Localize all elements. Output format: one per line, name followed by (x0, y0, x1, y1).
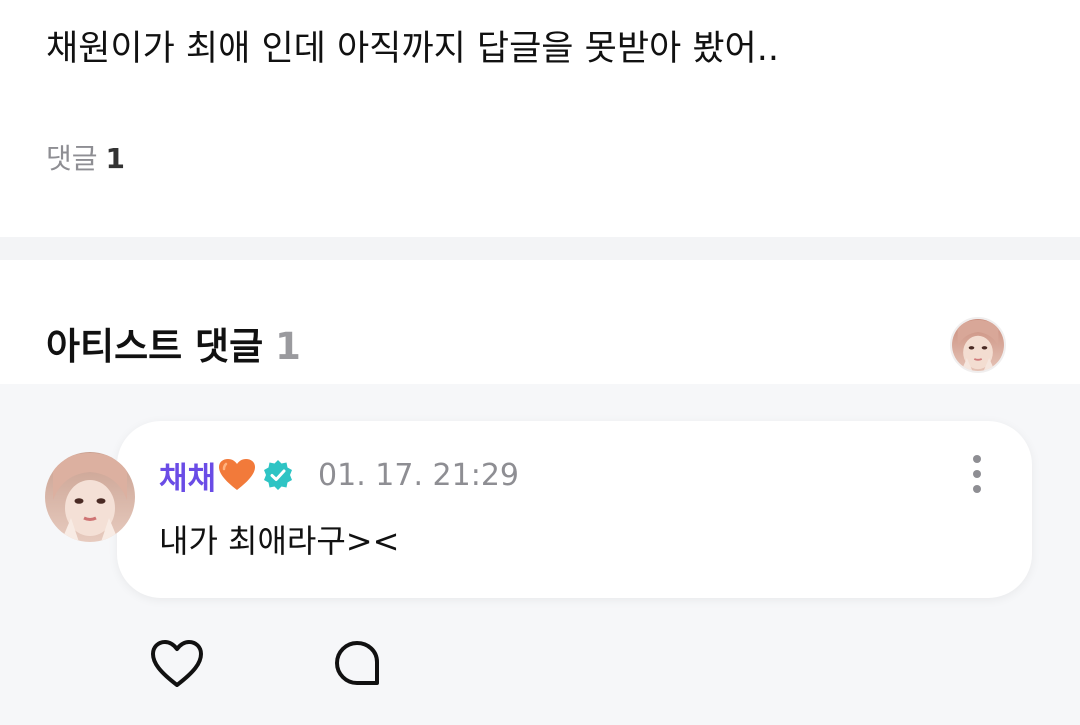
post-section: 채원이가 최애 인데 아직까지 답글을 못받아 봤어.. 댓글 1 (0, 0, 1080, 237)
comment-bubble: 채채 01. 17. 21:29 내가 최애라구>< (117, 421, 1032, 598)
artist-comments-count: 1 (275, 325, 301, 368)
comment-header: 채채 01. 17. 21:29 (159, 451, 519, 499)
artist-avatar-icon[interactable] (950, 317, 1006, 373)
comment-count-label: 댓글 (46, 142, 98, 175)
section-divider (0, 237, 1080, 260)
speech-bubble-icon[interactable] (333, 639, 381, 687)
artist-comments-title: 아티스트 댓글 1 (46, 322, 301, 372)
comment-count-number: 1 (105, 142, 126, 175)
comment-count[interactable]: 댓글 1 (46, 140, 125, 178)
artist-avatar-icon[interactable] (45, 452, 135, 542)
comment-timestamp: 01. 17. 21:29 (318, 457, 519, 493)
artist-comments-title-text: 아티스트 댓글 (46, 325, 264, 368)
comment-text: 내가 최애라구>< (159, 522, 400, 560)
verified-badge-icon (262, 459, 294, 491)
post-body: 채원이가 최애 인데 아직까지 답글을 못받아 봤어.. (46, 29, 780, 69)
artist-comments-header: 아티스트 댓글 1 (0, 260, 1080, 384)
orange-heart-icon (218, 458, 256, 492)
comment-author-name[interactable]: 채채 (159, 453, 216, 498)
artist-comment-area: 채채 01. 17. 21:29 내가 최애라구>< (0, 384, 1080, 725)
artist-avatar-image (952, 319, 1004, 371)
heart-outline-icon[interactable] (150, 639, 204, 689)
comment-avatar-image (45, 452, 135, 542)
more-vertical-icon[interactable] (965, 453, 989, 497)
